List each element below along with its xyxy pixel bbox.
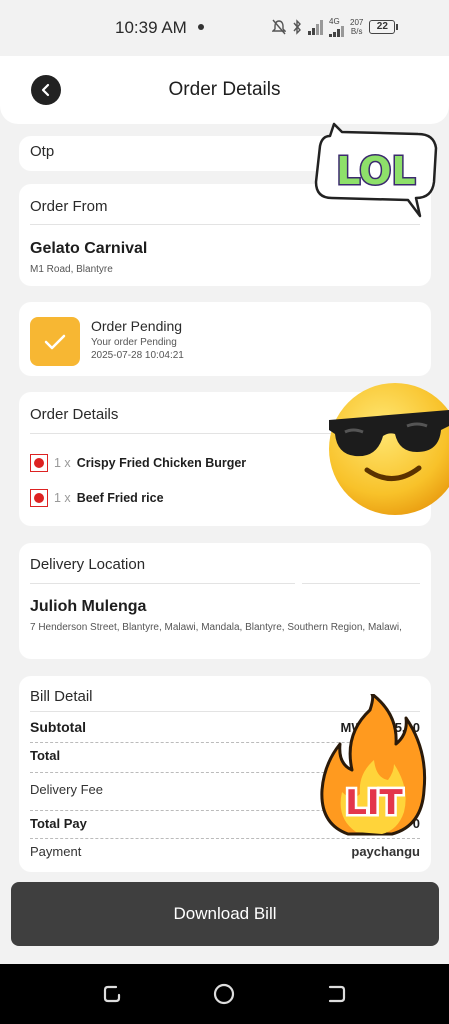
bluetooth-icon bbox=[293, 19, 301, 35]
app-header: Order Details bbox=[0, 56, 449, 124]
order-from-title: Order From bbox=[30, 198, 108, 215]
network-type: 4G bbox=[329, 17, 340, 26]
item-name: Beef Fried rice bbox=[76, 491, 164, 505]
order-item: 1 x Crispy Fried Chicken Burger bbox=[30, 454, 246, 472]
home-icon[interactable] bbox=[212, 982, 236, 1006]
battery-icon: 22 bbox=[369, 20, 399, 34]
status-tile bbox=[30, 317, 80, 366]
back-nav-icon[interactable] bbox=[325, 982, 349, 1006]
order-details-title: Order Details bbox=[30, 406, 119, 423]
divider bbox=[30, 224, 420, 225]
divider bbox=[302, 583, 420, 584]
network-speed: 207 B/s bbox=[350, 18, 363, 36]
recent-apps-icon[interactable] bbox=[100, 982, 124, 1006]
bill-label: Subtotal bbox=[30, 719, 86, 735]
status-bar: 10:39 AM 4G 207 B/s 22 bbox=[0, 0, 449, 56]
signal-1-icon bbox=[308, 19, 323, 35]
net-speed-value: 207 bbox=[350, 18, 364, 27]
check-icon bbox=[44, 334, 66, 349]
order-status-message: Your order Pending bbox=[91, 337, 177, 348]
bill-label: Total Pay bbox=[30, 816, 87, 831]
status-icons: 4G 207 B/s 22 bbox=[272, 16, 399, 38]
order-item: 1 x Beef Fried rice bbox=[30, 489, 164, 507]
non-veg-icon bbox=[30, 489, 48, 507]
delivery-card: Delivery Location Julioh Mulenga 7 Hende… bbox=[19, 543, 431, 659]
system-nav-bar bbox=[0, 964, 449, 1024]
lol-sticker: LOL bbox=[314, 122, 438, 218]
delivery-address: 7 Henderson Street, Blantyre, Malawi, Ma… bbox=[30, 622, 402, 633]
restaurant-name: Gelato Carnival bbox=[30, 240, 148, 257]
item-qty: 1 x bbox=[54, 491, 71, 505]
delivery-title: Delivery Location bbox=[30, 556, 146, 573]
bill-label: Total bbox=[30, 748, 61, 763]
lit-sticker: LIT bbox=[320, 694, 427, 836]
bill-title: Bill Detail bbox=[30, 688, 93, 705]
otp-label: Otp bbox=[30, 143, 55, 160]
signal-2-icon bbox=[329, 26, 344, 37]
mute-icon bbox=[272, 19, 286, 35]
non-veg-icon bbox=[30, 454, 48, 472]
item-qty: 1 x bbox=[54, 456, 71, 470]
bill-label: Payment bbox=[30, 844, 82, 859]
notification-dot-icon bbox=[198, 24, 204, 30]
lol-text: LOL bbox=[336, 149, 415, 193]
status-time: 10:39 AM bbox=[115, 18, 187, 37]
recipient-name: Julioh Mulenga bbox=[30, 598, 147, 615]
net-speed-unit: B/s bbox=[350, 27, 363, 36]
download-bill-button[interactable]: Download Bill bbox=[11, 882, 439, 946]
order-status-timestamp: 2025-07-28 10:04:21 bbox=[91, 350, 184, 361]
order-status-card: Order Pending Your order Pending 2025-07… bbox=[19, 302, 431, 376]
restaurant-address: M1 Road, Blantyre bbox=[30, 264, 113, 275]
bill-row-payment: Payment paychangu bbox=[30, 844, 420, 859]
order-status-title: Order Pending bbox=[91, 318, 183, 334]
sunglasses-emoji-icon bbox=[329, 383, 449, 515]
item-name: Crispy Fried Chicken Burger bbox=[76, 456, 247, 470]
page-title: Order Details bbox=[168, 79, 281, 100]
bill-label: Delivery Fee bbox=[30, 782, 103, 797]
lit-text: LIT bbox=[345, 783, 403, 823]
bill-value: paychangu bbox=[351, 844, 420, 859]
divider bbox=[30, 583, 295, 584]
dashed-divider bbox=[30, 838, 420, 839]
